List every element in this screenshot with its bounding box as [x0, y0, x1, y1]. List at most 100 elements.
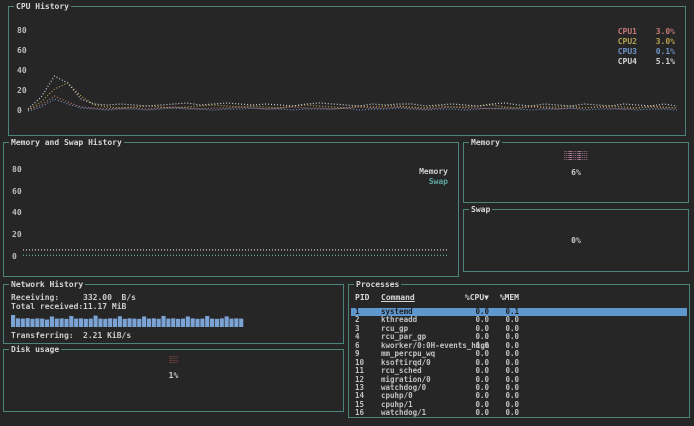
- legend-label: CPU2: [618, 37, 637, 47]
- usage-dot: [586, 155, 587, 156]
- cpu-legend: CPU13.0%CPU23.0%CPU30.1%CPU45.1%: [618, 27, 675, 67]
- network-bar: [55, 319, 59, 327]
- column-header-mem[interactable]: %MEM: [495, 293, 519, 302]
- process-row-watchdog/1[interactable]: 16watchdog/10.00.0: [351, 409, 687, 417]
- usage-dot: [566, 155, 567, 156]
- network-bar: [50, 316, 54, 327]
- legend-item-swap: Swap: [419, 177, 448, 187]
- column-header-cpu[interactable]: %CPU▼: [459, 293, 489, 302]
- usage-dot: [566, 159, 567, 160]
- network-bar: [64, 319, 68, 327]
- panel-title: CPU History: [14, 2, 71, 11]
- network-bar: [220, 318, 224, 327]
- legend-label: CPU3: [618, 47, 637, 57]
- network-bar: [11, 315, 15, 327]
- usage-dot: [584, 159, 585, 160]
- memory-swap-legend: MemorySwap: [419, 167, 448, 187]
- usage-dot: [171, 358, 172, 359]
- network-bar: [118, 316, 122, 327]
- network-bar: [113, 319, 117, 327]
- disk-usage-dots: [169, 356, 178, 364]
- legend-item-cpu3: CPU30.1%: [618, 47, 675, 57]
- usage-dot: [584, 157, 585, 158]
- panel-title: Memory and Swap History: [9, 138, 124, 147]
- memory-usage-value: 6%: [464, 168, 688, 177]
- network-bar: [171, 318, 175, 327]
- usage-dot: [582, 155, 583, 156]
- y-tick-0: 0: [17, 106, 22, 115]
- transferring-label: Transferring:: [11, 331, 83, 340]
- network-bar: [147, 319, 151, 327]
- network-bar: [84, 319, 88, 327]
- network-bar: [128, 318, 132, 327]
- network-bar: [132, 319, 136, 327]
- network-received-sparkline: [11, 315, 244, 327]
- network-bar: [74, 319, 78, 327]
- process-pid: 16: [355, 409, 364, 418]
- network-bar: [234, 318, 238, 327]
- panel-title: Swap: [469, 205, 492, 214]
- memory-swap-history-panel: Memory and Swap History 020406080 Memory…: [3, 142, 459, 277]
- legend-value: 5.1%: [649, 57, 675, 67]
- transferring-value: 2.21 KiB/s: [83, 331, 131, 340]
- network-bar: [229, 319, 233, 327]
- usage-dot: [586, 159, 587, 160]
- network-bar: [142, 316, 146, 327]
- network-bar: [176, 319, 180, 327]
- cpu-history-chart: [25, 19, 680, 115]
- legend-label: Swap: [429, 177, 448, 187]
- network-bar: [161, 316, 165, 327]
- usage-dot: [575, 159, 576, 160]
- network-bar: [181, 319, 185, 327]
- network-bar: [16, 318, 20, 327]
- process-table-body: 1systemd0.00.12kthreadd0.00.03rcu_gp0.00…: [351, 308, 687, 418]
- network-bar: [30, 319, 34, 327]
- network-bar: [98, 319, 102, 327]
- network-total-line: Total received:11.17 MiB: [11, 302, 126, 311]
- network-bar: [152, 318, 156, 327]
- column-header-command[interactable]: Command: [381, 293, 415, 302]
- network-bar: [79, 318, 83, 327]
- memory-gauge-panel: Memory 6%: [463, 142, 689, 203]
- usage-dot: [575, 157, 576, 158]
- network-bar: [108, 318, 112, 327]
- network-bar: [195, 319, 199, 327]
- process-table-header: PID Command %CPU▼ %MEM: [351, 293, 687, 302]
- panel-title: Network History: [9, 280, 85, 289]
- usage-dot: [176, 358, 177, 359]
- process-mem: 0.0: [495, 409, 519, 418]
- processes-panel: Processes PID Command %CPU▼ %MEM 1system…: [348, 284, 690, 418]
- legend-label: Memory: [419, 167, 448, 177]
- legend-value: 3.0%: [649, 27, 675, 37]
- system-monitor-screen: { "app": { "bg_color": "#262626", "borde…: [0, 0, 694, 426]
- usage-dot: [566, 153, 567, 154]
- usage-dot: [575, 155, 576, 156]
- network-bar: [26, 318, 30, 327]
- network-bar: [215, 319, 219, 327]
- legend-label: CPU1: [618, 27, 637, 37]
- network-bar: [157, 319, 161, 327]
- swap-gauge-panel: Swap 0%: [463, 209, 689, 272]
- receiving-value: 332.00 B/s: [83, 293, 136, 302]
- legend-item-memory: Memory: [419, 167, 448, 177]
- legend-value: 3.0%: [649, 37, 675, 47]
- usage-dot: [584, 153, 585, 154]
- network-bar: [103, 319, 107, 327]
- disk-usage-panel: Disk usage 1%: [3, 349, 344, 412]
- network-receiving-line: Receiving:332.00 B/s: [11, 293, 136, 302]
- receiving-label: Receiving:: [11, 293, 83, 302]
- usage-dot: [176, 362, 177, 363]
- network-bar: [35, 318, 39, 327]
- network-bar: [200, 319, 204, 327]
- usage-dot: [566, 157, 567, 158]
- usage-dot: [582, 159, 583, 160]
- column-header-pid[interactable]: PID: [355, 293, 369, 302]
- usage-dot: [586, 153, 587, 154]
- network-history-panel: Network History Receiving:332.00 B/s Tot…: [3, 284, 344, 344]
- usage-dot: [582, 153, 583, 154]
- network-bar: [89, 319, 93, 327]
- network-bar: [239, 319, 243, 327]
- process-cpu: 0.0: [459, 409, 489, 418]
- network-bar: [69, 316, 73, 327]
- network-bar: [137, 319, 141, 327]
